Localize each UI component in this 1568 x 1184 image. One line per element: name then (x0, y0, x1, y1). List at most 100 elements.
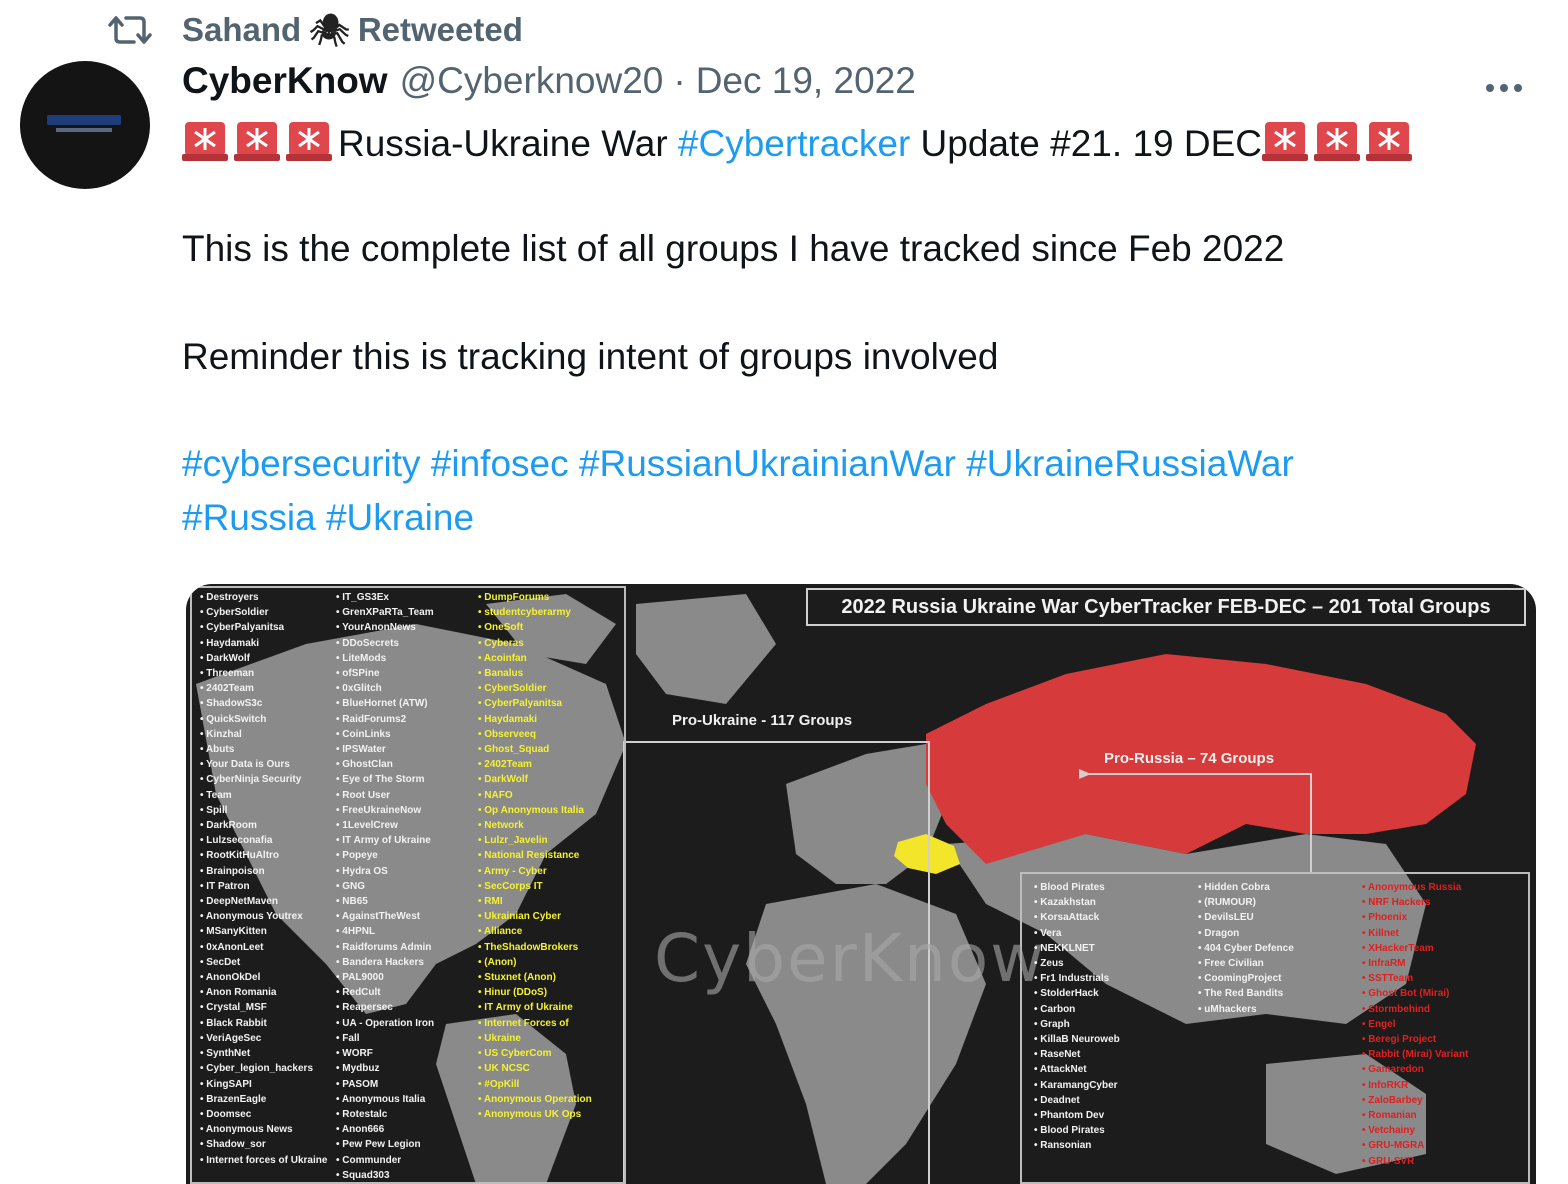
watermark: CyberKnow (654, 920, 1047, 997)
pro-russia-group: Kazakhstan (1034, 895, 1120, 910)
pro-ukraine-group: Cyberas (478, 636, 592, 651)
pro-ukraine-group: VeriAgeSec (200, 1031, 327, 1046)
pro-russia-group: Zeus (1034, 956, 1120, 971)
pro-russia-group: Phantom Dev (1034, 1108, 1120, 1123)
siren-icon (1262, 122, 1308, 161)
hashtags-row-2[interactable]: #Russia #Ukraine (182, 497, 474, 539)
pro-russia-label: Pro-Russia – 74 Groups (1104, 750, 1275, 767)
siren-icon (1314, 122, 1360, 161)
pro-ukraine-group: CyberSoldier (478, 681, 592, 696)
pro-russia-group: Graph (1034, 1017, 1120, 1032)
pro-ukraine-group: Brainpoison (200, 864, 327, 879)
pro-ukraine-group: Fall (336, 1031, 434, 1046)
pro-ukraine-group: Root User (336, 788, 434, 803)
pro-ukraine-group: Reapersec (336, 1000, 434, 1015)
pro-ukraine-group: Hinur (DDoS) (478, 985, 592, 1000)
pro-ukraine-group: 2402Team (478, 757, 592, 772)
pro-ukraine-group: Banalus (478, 666, 592, 681)
pro-ukraine-group: CyberSoldier (200, 605, 327, 620)
pro-russia-group: Killnet (1362, 926, 1468, 941)
pro-ukraine-group: Anonymous News (200, 1122, 327, 1137)
pro-ukraine-group: IT_GS3Ex (336, 590, 434, 605)
pro-russia-group: Carbon (1034, 1002, 1120, 1017)
media-title: 2022 Russia Ukraine War CyberTracker FEB… (806, 588, 1526, 626)
pro-russia-group: Dragon (1198, 926, 1294, 941)
pro-ukraine-group: BrazenEagle (200, 1092, 327, 1107)
pro-ukraine-group: GNG (336, 879, 434, 894)
pro-russia-group: Ghost Bot (Mirai) (1362, 986, 1468, 1001)
retweeter-name[interactable]: Sahand (182, 11, 301, 49)
pro-ukraine-group: MSanyKitten (200, 924, 327, 939)
pro-russia-group: Ransonian (1034, 1138, 1120, 1153)
pro-russia-group: 404 Cyber Defence (1198, 941, 1294, 956)
pro-russia-group: Deadnet (1034, 1093, 1120, 1108)
pro-ukraine-group: 2402Team (200, 681, 327, 696)
author-handle[interactable]: @Cyberknow20 (400, 60, 664, 102)
more-options-icon[interactable] (1486, 78, 1532, 98)
pro-russia-group: RaseNet (1034, 1047, 1120, 1062)
pro-russia-column-3: Anonymous RussiaNRF HackersPhoenixKillne… (1362, 880, 1468, 1169)
pro-ukraine-group: Popeye (336, 848, 434, 863)
tweet-line-2: This is the complete list of all groups … (182, 228, 1285, 269)
pro-ukraine-group: Stuxnet (Anon) (478, 970, 592, 985)
pro-ukraine-group: BlueHornet (ATW) (336, 696, 434, 711)
pro-ukraine-group: RMI (478, 894, 592, 909)
pro-russia-group: uMhackers (1198, 1002, 1294, 1017)
pro-ukraine-group: Doomsec (200, 1107, 327, 1122)
spider-icon: 🕷 (309, 12, 350, 48)
pro-ukraine-group: 0xGlitch (336, 681, 434, 696)
pro-ukraine-group: Ukraine (478, 1031, 592, 1046)
pro-russia-group: Stormbehind (1362, 1002, 1468, 1017)
pro-ukraine-group: Spill (200, 803, 327, 818)
pro-ukraine-group: 1LevelCrew (336, 818, 434, 833)
pro-ukraine-group: Destroyers (200, 590, 327, 605)
pro-russia-group: KaramangCyber (1034, 1078, 1120, 1093)
pro-ukraine-group: National Resistance (478, 848, 592, 863)
pro-ukraine-group: Abuts (200, 742, 327, 757)
pro-ukraine-group: SynthNet (200, 1046, 327, 1061)
pro-ukraine-group: Black Rabbit (200, 1016, 327, 1031)
pro-ukraine-group: UA - Operation Iron (336, 1016, 434, 1031)
pro-russia-group: (RUMOUR) (1198, 895, 1294, 910)
hashtags-row-1[interactable]: #cybersecurity #infosec #RussianUkrainia… (182, 443, 1294, 485)
pro-ukraine-group: QuickSwitch (200, 712, 327, 727)
pro-russia-group: CoomingProject (1198, 971, 1294, 986)
pro-ukraine-group: CoinLinks (336, 727, 434, 742)
pro-russia-group: Rabbit (Mirai) Variant (1362, 1047, 1468, 1062)
pro-ukraine-group: Ukrainian Cyber (478, 909, 592, 924)
tweet-media-image[interactable]: CyberKnow 2022 Russia Ukraine War CyberT… (186, 584, 1536, 1184)
pro-russia-group: Romanian (1362, 1108, 1468, 1123)
author-name[interactable]: CyberKnow (182, 60, 388, 102)
pro-russia-group: ZaloBarbey (1362, 1093, 1468, 1108)
pro-ukraine-group: 0xAnonLeet (200, 940, 327, 955)
pro-ukraine-label: Pro-Ukraine - 117 Groups (672, 712, 853, 729)
pro-ukraine-group: Anonymous Operation (478, 1092, 592, 1107)
avatar-logo-subtitle (56, 128, 112, 132)
pro-ukraine-group: ShadowS3c (200, 696, 327, 711)
pro-ukraine-column-3: DumpForumsstudentcyberarmyOneSoftCyberas… (478, 590, 592, 1122)
retweet-context: Sahand 🕷 Retweeted (108, 8, 523, 52)
pro-ukraine-group: Alliance (478, 924, 592, 939)
pro-ukraine-group: Kinzhal (200, 727, 327, 742)
pro-russia-group: Gamaredon (1362, 1062, 1468, 1077)
pro-russia-group: Anonymous Russia (1362, 880, 1468, 895)
tweet-line-1: Russia-Ukraine War #Cybertracker Update … (182, 118, 1418, 165)
pro-ukraine-group: studentcyberarmy (478, 605, 592, 620)
pro-russia-group: InfraRM (1362, 956, 1468, 971)
avatar[interactable] (20, 61, 150, 189)
pro-ukraine-group: Lulzseconafia (200, 833, 327, 848)
pro-ukraine-group: Anon Romania (200, 985, 327, 1000)
siren-icon (234, 122, 280, 161)
tweet-date[interactable]: Dec 19, 2022 (696, 60, 916, 102)
pro-ukraine-group: Raidforums Admin (336, 940, 434, 955)
tweet-line-3: Reminder this is tracking intent of grou… (182, 336, 999, 377)
tweet-text-intro: Russia-Ukraine War (338, 123, 678, 164)
pro-ukraine-group: YourAnonNews (336, 620, 434, 635)
pro-ukraine-group: Ghost_Squad (478, 742, 592, 757)
pro-ukraine-group: Anon666 (336, 1122, 434, 1137)
pro-ukraine-group: CyberNinja Security (200, 772, 327, 787)
pro-ukraine-group: DumpForums (478, 590, 592, 605)
pro-ukraine-group: Bandera Hackers (336, 955, 434, 970)
hashtag-cybertracker[interactable]: #Cybertracker (678, 123, 910, 164)
pro-ukraine-group: LiteMods (336, 651, 434, 666)
